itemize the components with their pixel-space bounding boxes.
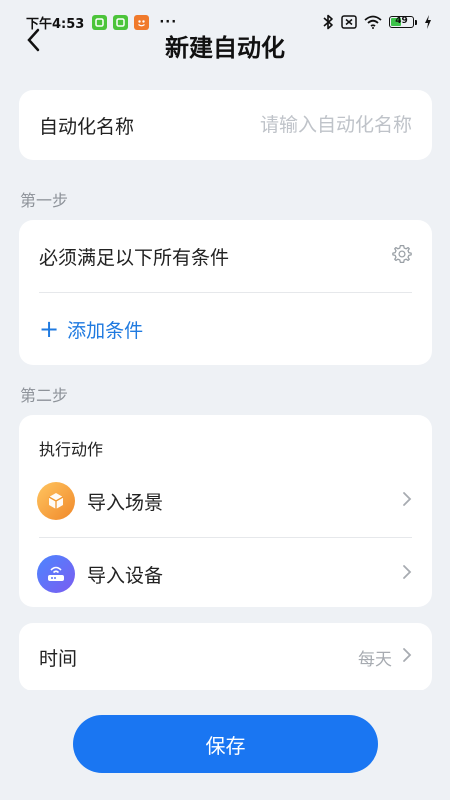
import-scene-label: 导入场景 — [87, 491, 164, 514]
automation-name-input[interactable] — [212, 114, 412, 136]
notification-app-icon — [92, 14, 108, 30]
battery-level: 49 — [395, 16, 408, 26]
battery-cap — [415, 19, 417, 25]
status-right: 49 — [322, 14, 432, 30]
chevron-right-icon — [402, 647, 412, 667]
name-card: 自动化名称 — [19, 90, 432, 160]
status-bar: 下午4:53 ··· 49 — [0, 0, 450, 44]
import-scene-row[interactable]: 导入场景 — [19, 465, 432, 537]
no-sim-icon — [341, 15, 357, 29]
add-condition-button[interactable]: + 添加条件 — [19, 293, 432, 365]
battery-body: 49 — [389, 16, 414, 28]
status-time: 下午4:53 — [26, 16, 85, 32]
cube-icon — [37, 482, 75, 520]
condition-mode-text: 必须满足以下所有条件 — [39, 246, 230, 269]
wifi-icon — [364, 15, 382, 29]
status-more: ··· — [159, 14, 178, 30]
import-device-row[interactable]: 导入设备 — [19, 538, 432, 610]
chevron-right-icon — [402, 491, 412, 511]
action-header: 执行动作 — [39, 440, 104, 459]
name-label: 自动化名称 — [39, 115, 135, 138]
battery-icon: 49 — [389, 16, 417, 28]
notification-app-icon — [113, 14, 129, 30]
charging-icon — [424, 15, 432, 29]
action-card: 执行动作 导入场景 导入设备 — [19, 415, 432, 607]
time-row[interactable]: 时间 每天 — [19, 623, 432, 691]
status-left: 下午4:53 ··· — [26, 13, 177, 32]
step-two-label: 第二步 — [20, 386, 69, 405]
condition-mode-row: 必须满足以下所有条件 — [19, 220, 432, 292]
time-label: 时间 — [39, 647, 78, 670]
chevron-right-icon — [402, 564, 412, 584]
import-device-label: 导入设备 — [87, 564, 164, 587]
condition-card: 必须满足以下所有条件 + 添加条件 — [19, 220, 432, 365]
bluetooth-icon — [322, 14, 334, 30]
gear-icon[interactable] — [392, 244, 412, 268]
save-button[interactable]: 保存 — [73, 715, 378, 773]
add-condition-label: 添加条件 — [67, 319, 144, 342]
router-icon — [37, 555, 75, 593]
time-value: 每天 — [358, 649, 392, 670]
plus-icon: + — [39, 315, 60, 343]
notification-app-icon — [134, 14, 150, 30]
step-one-label: 第一步 — [20, 191, 69, 210]
